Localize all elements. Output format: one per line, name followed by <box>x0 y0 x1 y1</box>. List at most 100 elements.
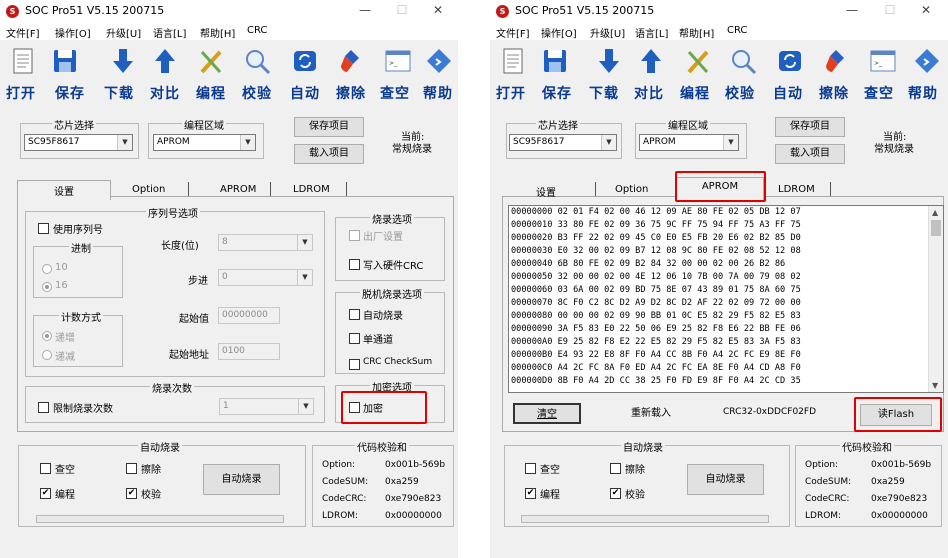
hex-dump-view[interactable]: 00000000 02 01 F4 02 00 46 12 09 AE 80 F… <box>508 205 944 393</box>
auto-erase-checkbox[interactable] <box>126 463 137 474</box>
toolbar-label-download[interactable]: 下载 <box>589 83 619 103</box>
auto-erase-checkbox[interactable] <box>610 463 621 474</box>
menu-help[interactable]: 帮助[H] <box>679 25 714 40</box>
upload-arrow-icon[interactable] <box>636 46 666 76</box>
toolbar-label-save[interactable]: 保存 <box>55 83 85 103</box>
chip-select-combo[interactable]: SC95F8617 ▼ <box>509 134 617 151</box>
menu-crc[interactable]: CRC <box>247 25 267 36</box>
auto-program-button[interactable]: 自动烧录 <box>203 464 280 495</box>
radix-16-radio[interactable] <box>42 282 52 292</box>
chevron-down-icon[interactable]: ▼ <box>601 135 616 150</box>
chip-select-combo[interactable]: SC95F8617 ▼ <box>24 134 133 151</box>
scroll-thumb[interactable] <box>931 220 941 236</box>
start-value-input[interactable]: 00000000 <box>218 307 280 324</box>
auto-check-blank-checkbox[interactable] <box>40 463 51 474</box>
save-project-button[interactable]: 保存项目 <box>775 117 845 137</box>
clear-button[interactable]: 清空 <box>513 403 581 424</box>
minimize-button[interactable]: — <box>355 3 375 17</box>
toolbar-label-verify[interactable]: 校验 <box>242 83 272 103</box>
menu-language[interactable]: 语言[L] <box>153 25 186 40</box>
chevron-down-icon[interactable]: ▼ <box>298 399 313 414</box>
scroll-down-icon[interactable]: ▼ <box>932 381 938 390</box>
toolbar-label-blank[interactable]: 查空 <box>380 83 410 103</box>
toolbar-label-program[interactable]: 编程 <box>196 83 226 103</box>
help-diamond-icon[interactable] <box>912 46 942 76</box>
save-disk-icon[interactable] <box>50 46 80 76</box>
blank-check-console-icon[interactable]: >_ <box>383 46 413 76</box>
menu-upgrade[interactable]: 升级[U] <box>590 25 625 40</box>
burn-times-combo[interactable]: 1 ▼ <box>219 398 314 415</box>
toolbar-label-blank[interactable]: 查空 <box>864 83 894 103</box>
auto-refresh-icon[interactable] <box>290 46 320 76</box>
maximize-button[interactable]: ☐ <box>880 3 900 17</box>
auto-program-checkbox[interactable]: ✔ <box>525 488 536 499</box>
load-project-button[interactable]: 载入项目 <box>775 144 845 164</box>
region-select-combo[interactable]: APROM ▼ <box>639 134 739 151</box>
open-doc-icon[interactable] <box>498 46 528 76</box>
erase-brush-icon[interactable] <box>337 46 367 76</box>
count-decrease-radio[interactable] <box>42 350 52 360</box>
chevron-down-icon[interactable]: ▼ <box>297 270 312 285</box>
toolbar-label-open[interactable]: 打开 <box>6 83 36 103</box>
toolbar-label-compare[interactable]: 对比 <box>634 83 664 103</box>
toolbar-label-auto[interactable]: 自动 <box>773 83 803 103</box>
minimize-button[interactable]: — <box>842 3 862 17</box>
auto-verify-checkbox[interactable]: ✔ <box>610 488 621 499</box>
chevron-down-icon[interactable]: ▼ <box>117 135 132 150</box>
erase-brush-icon[interactable] <box>822 46 852 76</box>
save-project-button[interactable]: 保存项目 <box>294 117 364 137</box>
factory-setting-checkbox[interactable] <box>349 230 360 241</box>
toolbar-label-verify[interactable]: 校验 <box>725 83 755 103</box>
upload-arrow-icon[interactable] <box>150 46 180 76</box>
tab-settings[interactable]: 设置 <box>536 184 556 199</box>
chevron-down-icon[interactable]: ▼ <box>240 135 255 150</box>
auto-program-button[interactable]: 自动烧录 <box>687 464 764 495</box>
count-increase-radio[interactable] <box>42 331 52 341</box>
close-button[interactable]: ✕ <box>428 3 448 17</box>
tab-settings[interactable]: 设置 <box>17 180 111 200</box>
menu-help[interactable]: 帮助[H] <box>200 25 235 40</box>
menu-upgrade[interactable]: 升级[U] <box>106 25 141 40</box>
menu-file[interactable]: 文件[F] <box>496 25 530 40</box>
toolbar-label-erase[interactable]: 擦除 <box>819 83 849 103</box>
tab-ldrom[interactable]: LDROM <box>293 184 330 195</box>
toolbar-label-auto[interactable]: 自动 <box>290 83 320 103</box>
tab-option[interactable]: Option <box>132 184 165 195</box>
toolbar-label-help[interactable]: 帮助 <box>423 83 453 103</box>
crc-checksum-checkbox[interactable] <box>349 359 360 370</box>
chevron-down-icon[interactable]: ▼ <box>723 135 738 150</box>
scroll-up-icon[interactable]: ▲ <box>932 208 938 217</box>
length-combo[interactable]: 8 ▼ <box>218 234 313 251</box>
menu-file[interactable]: 文件[F] <box>6 25 40 40</box>
close-button[interactable]: ✕ <box>916 3 936 17</box>
auto-refresh-icon[interactable] <box>775 46 805 76</box>
menu-crc[interactable]: CRC <box>727 25 747 36</box>
toolbar-label-program[interactable]: 编程 <box>680 83 710 103</box>
tab-option[interactable]: Option <box>615 184 648 195</box>
start-address-input[interactable]: 0100 <box>218 343 280 360</box>
write-crc-checkbox[interactable] <box>349 259 360 270</box>
help-diamond-icon[interactable] <box>424 46 454 76</box>
menu-operation[interactable]: 操作[O] <box>541 25 577 40</box>
program-wand-icon[interactable] <box>683 46 713 76</box>
step-combo[interactable]: 0 ▼ <box>218 269 313 286</box>
single-channel-checkbox[interactable] <box>349 333 360 344</box>
download-arrow-icon[interactable] <box>108 46 138 76</box>
toolbar-label-open[interactable]: 打开 <box>496 83 526 103</box>
program-wand-icon[interactable] <box>196 46 226 76</box>
vertical-scrollbar[interactable]: ▲ ▼ <box>928 206 943 392</box>
region-select-combo[interactable]: APROM ▼ <box>153 134 256 151</box>
load-project-button[interactable]: 载入项目 <box>294 144 364 164</box>
tab-aprom[interactable]: APROM <box>220 184 256 195</box>
auto-check-blank-checkbox[interactable] <box>525 463 536 474</box>
use-serial-checkbox[interactable] <box>38 223 49 234</box>
menu-language[interactable]: 语言[L] <box>635 25 668 40</box>
tab-ldrom[interactable]: LDROM <box>778 184 815 195</box>
blank-check-console-icon[interactable]: >_ <box>868 46 898 76</box>
auto-verify-checkbox[interactable]: ✔ <box>126 488 137 499</box>
radix-10-radio[interactable] <box>42 264 52 274</box>
auto-program-checkbox[interactable]: ✔ <box>40 488 51 499</box>
maximize-button[interactable]: ☐ <box>392 3 412 17</box>
download-arrow-icon[interactable] <box>594 46 624 76</box>
chevron-down-icon[interactable]: ▼ <box>297 235 312 250</box>
